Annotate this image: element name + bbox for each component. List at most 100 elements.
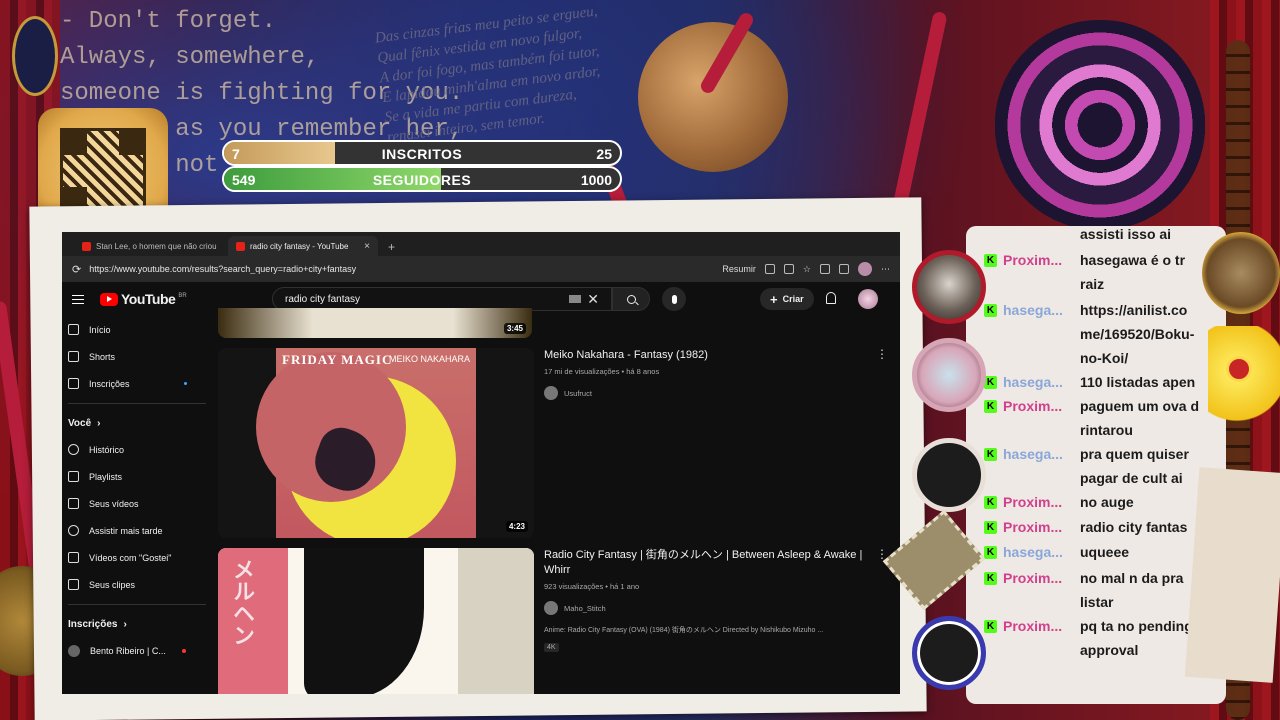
chat-message: K Proxim... no mal n da pra listar [984,566,1204,614]
voice-search-button[interactable] [662,287,686,311]
keyboard-icon[interactable] [569,295,582,303]
sidebar-item-shorts[interactable]: Shorts [62,343,212,370]
kick-badge-icon: K [984,304,997,317]
browser-tab[interactable]: Stan Lee, o homem que não criou [74,236,224,256]
sidebar-item-channel[interactable]: Bento Ribeiro | C... [62,637,212,664]
chevron-right-icon: › [123,618,127,630]
close-tab-icon[interactable]: × [364,241,370,252]
chat-message: Khasega... https://anilist.co me/169520/B… [984,298,1204,370]
chat-user[interactable]: K Proxim... [984,394,1070,442]
chat-message-text: assisti isso ai [1080,226,1172,242]
sidebar-item-clips[interactable]: Seus clipes [62,571,212,598]
goal-label: INSCRITOS [381,146,463,162]
video-title[interactable]: Meiko Nakahara - Fantasy (1982) [544,348,868,363]
chat-username[interactable]: Proxim... [1003,614,1069,638]
chat-user[interactable]: Khasega... [984,442,1070,490]
kick-badge-icon: K [984,496,997,509]
youtube-sidebar: Início Shorts Inscrições Você › Históric… [62,316,212,694]
chat-user[interactable]: Khasega... [984,370,1070,394]
chat-user[interactable]: Khasega... [984,540,1070,564]
browser-tab-active[interactable]: radio city fantasy - YouTube × [228,236,378,256]
history-icon[interactable] [839,264,849,274]
chat-user[interactable]: K Proxim... [984,614,1070,662]
video-thumbnail[interactable]: FRIDAY MAGIC MEIKO NAKAHARA 4:23 [218,348,534,538]
bookmark-star-icon[interactable]: ☆ [803,264,811,275]
chat-user[interactable]: K Proxim... [984,490,1070,514]
sidebar-item-subscriptions[interactable]: Inscrições [62,370,212,397]
reload-icon[interactable]: ⟳ [72,263,81,276]
chat-username[interactable]: Proxim... [1003,490,1069,514]
chat-username[interactable]: Proxim... [1003,394,1069,418]
youtube-favicon-icon [236,241,245,251]
more-options-icon[interactable]: ⋮ [876,348,888,360]
kick-badge-icon: K [984,572,997,585]
moon-orb-decoration [638,22,788,172]
chat-message-text: no auge [1080,494,1134,510]
clear-search-icon[interactable]: ✕ [587,291,599,308]
chat-message: K Proxim... no auge [984,490,1204,514]
video-channel[interactable]: Usufruct [544,386,868,400]
cover-title-text: FRIDAY MAGIC [282,352,393,367]
chat-username[interactable]: Proxim... [1003,515,1069,539]
sidebar-item-label: Seus vídeos [89,498,139,509]
microphone-icon [671,294,677,304]
summarize-button[interactable]: Resumir [722,264,756,274]
search-results: 3:45 FRIDAY MAGIC MEIKO NAKAHARA 4:23 Me… [218,308,900,694]
new-tab-button[interactable]: + [382,240,401,256]
video-meta: Radio City Fantasy | 街角のメルヘン | Between A… [544,548,868,654]
video-result: FRIDAY MAGIC MEIKO NAKAHARA 4:23 Meiko N… [218,348,898,538]
chat-user[interactable]: K Proxim... [984,566,1070,614]
chat-user[interactable]: K Proxim... [984,515,1070,539]
avatar-medallion [912,338,986,412]
chat-user[interactable]: K Proxim... [984,248,1070,296]
menu-hamburger-icon[interactable] [72,294,84,304]
sidebar-section-subscriptions[interactable]: Inscrições › [62,611,212,637]
locket-decoration [1202,232,1280,314]
video-thumbnail[interactable]: メルヘン [218,548,534,694]
extensions-puzzle-icon[interactable] [820,264,830,274]
sidebar-item-history[interactable]: Histórico [62,436,212,463]
chat-username[interactable]: hasega... [1003,298,1069,322]
thumbnail-katakana: メルヘン [230,558,255,646]
sidebar-item-home[interactable]: Início [62,316,212,343]
video-duration: 4:23 [505,521,528,532]
notifications-bell-icon[interactable] [826,292,836,304]
youtube-logo[interactable]: YouTube BR [100,291,187,307]
sidebar-section-you[interactable]: Você › [62,410,212,436]
sidebar-item-your-videos[interactable]: Seus vídeos [62,490,212,517]
search-value: radio city fantasy [285,293,361,305]
chat-message-text: hasegawa é o tr raiz [1080,252,1186,292]
sidebar-item-watch-later[interactable]: Assistir mais tarde [62,517,212,544]
extension-icon[interactable] [764,264,775,274]
profile-avatar[interactable] [858,262,872,276]
empty-medallion [912,616,986,690]
chat-username[interactable]: Proxim... [1003,248,1069,272]
video-channel[interactable]: Maho_Stitch [544,601,868,615]
empty-medallion [912,438,986,512]
chat-username[interactable]: hasega... [1003,370,1069,394]
chat-username[interactable]: hasega... [1003,540,1069,564]
sidebar-item-liked-videos[interactable]: Vídeos com "Gostei" [62,544,212,571]
sidebar-item-label: Seus clipes [89,579,136,590]
create-button[interactable]: + Criar [760,288,814,310]
account-avatar[interactable] [858,289,878,309]
video-thumbnail[interactable]: 3:45 [218,308,532,338]
chat-message: K Proxim... paguem um ova d rintarou [984,394,1204,442]
share-icon[interactable] [783,264,794,274]
channel-avatar [68,644,80,657]
chat-message: Khasega... pra quem quiser pagar de cult … [984,442,1204,490]
thumbnail-art-panel [458,548,534,694]
chat-user[interactable] [984,222,1070,246]
chat-username[interactable]: hasega... [1003,442,1069,466]
history-icon [68,444,79,455]
browser-menu-icon[interactable]: ⋯ [881,264,890,275]
mascot-eye [1226,356,1252,382]
search-button[interactable] [612,287,650,311]
url-field[interactable]: https://www.youtube.com/results?search_q… [89,264,714,274]
clips-icon [68,579,79,590]
chat-username[interactable]: Proxim... [1003,566,1069,590]
sidebar-item-playlists[interactable]: Playlists [62,463,212,490]
chat-message-text: uqueee [1080,544,1130,560]
chat-user[interactable]: Khasega... [984,298,1070,370]
video-title[interactable]: Radio City Fantasy | 街角のメルヘン | Between A… [544,548,868,578]
